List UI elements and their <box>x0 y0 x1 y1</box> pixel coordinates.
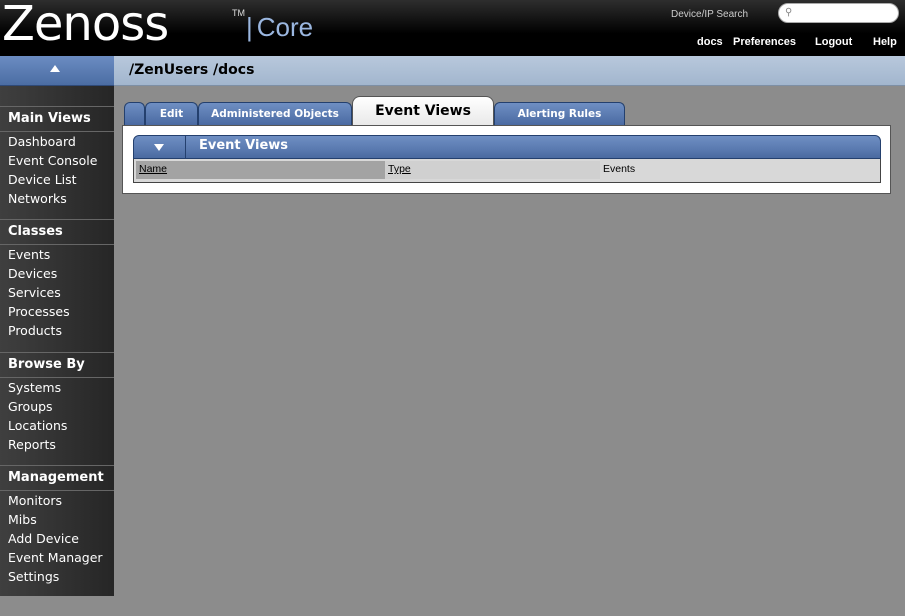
sort-type-link[interactable]: Type <box>388 163 411 175</box>
product-label: Core <box>256 12 314 42</box>
sidebar-item-processes[interactable]: Processes <box>0 302 114 321</box>
sidebar-item-event-manager[interactable]: Event Manager <box>0 548 114 567</box>
sidebar-item-dashboard[interactable]: Dashboard <box>0 132 114 151</box>
sidebar-section-management: Management Monitors Mibs Add Device Even… <box>0 465 114 586</box>
sidebar-item-locations[interactable]: Locations <box>0 416 114 435</box>
sidebar-item-devices[interactable]: Devices <box>0 264 114 283</box>
event-views-panel: Event Views Name Type Events <box>122 125 891 194</box>
preferences-link[interactable]: Preferences <box>733 36 796 50</box>
sidebar: Main Views Dashboard Event Console Devic… <box>0 56 114 596</box>
search-label: Device/IP Search <box>671 9 749 20</box>
logout-link[interactable]: Logout <box>815 36 852 50</box>
sidebar-item-networks[interactable]: Networks <box>0 189 114 208</box>
column-header-type[interactable]: Type <box>385 161 600 179</box>
sidebar-item-systems[interactable]: Systems <box>0 378 114 397</box>
help-link[interactable]: Help <box>873 36 897 50</box>
sidebar-section-classes: Classes Events Devices Services Processe… <box>0 219 114 340</box>
column-header-name[interactable]: Name <box>136 161 385 179</box>
sidebar-section-title: Browse By <box>0 352 114 378</box>
sidebar-section-title: Main Views <box>0 106 114 132</box>
sidebar-section-title: Classes <box>0 219 114 245</box>
sidebar-item-reports[interactable]: Reports <box>0 435 114 454</box>
tab-administered-objects[interactable]: Administered Objects <box>198 102 352 126</box>
sidebar-item-mibs[interactable]: Mibs <box>0 510 114 529</box>
sidebar-section-browse-by: Browse By Systems Groups Locations Repor… <box>0 352 114 454</box>
sidebar-item-services[interactable]: Services <box>0 283 114 302</box>
triangle-down-icon <box>154 144 164 151</box>
event-views-menu-button[interactable] <box>134 136 186 158</box>
tab-event-views[interactable]: Event Views <box>352 96 494 126</box>
breadcrumb-bar: /ZenUsers /docs <box>114 56 905 86</box>
tab-edit[interactable]: Edit <box>145 102 198 126</box>
sidebar-item-add-device[interactable]: Add Device <box>0 529 114 548</box>
sidebar-section-main-views: Main Views Dashboard Event Console Devic… <box>0 106 114 208</box>
event-views-header: Event Views <box>133 135 881 159</box>
user-link-docs[interactable]: docs <box>697 36 723 50</box>
sidebar-section-title: Management <box>0 465 114 491</box>
zenoss-logo[interactable]: Zenoss <box>2 0 169 52</box>
sort-name-link[interactable]: Name <box>139 163 167 175</box>
sidebar-item-groups[interactable]: Groups <box>0 397 114 416</box>
column-header-events: Events <box>600 161 878 179</box>
trademark-mark: TM <box>232 8 245 18</box>
device-search-input[interactable]: ⚲ <box>778 3 899 23</box>
tab-alerting-rules[interactable]: Alerting Rules <box>494 102 625 126</box>
triangle-up-icon <box>50 65 60 72</box>
event-views-table: Name Type Events <box>133 159 881 183</box>
event-views-title: Event Views <box>199 138 289 153</box>
sidebar-item-device-list[interactable]: Device List <box>0 170 114 189</box>
events-column-label: Events <box>603 163 636 175</box>
sidebar-item-event-console[interactable]: Event Console <box>0 151 114 170</box>
sidebar-item-monitors[interactable]: Monitors <box>0 491 114 510</box>
sidebar-item-events[interactable]: Events <box>0 245 114 264</box>
sidebar-item-settings[interactable]: Settings <box>0 567 114 586</box>
breadcrumb[interactable]: /ZenUsers /docs <box>129 62 254 78</box>
tab-spacer <box>124 102 145 126</box>
top-header: Zenoss TM | Core Device/IP Search ⚲ docs … <box>0 0 905 56</box>
sidebar-collapse-button[interactable] <box>0 56 114 86</box>
search-icon: ⚲ <box>785 7 793 18</box>
sidebar-item-products[interactable]: Products <box>0 321 114 340</box>
product-name: | Core <box>246 12 314 42</box>
